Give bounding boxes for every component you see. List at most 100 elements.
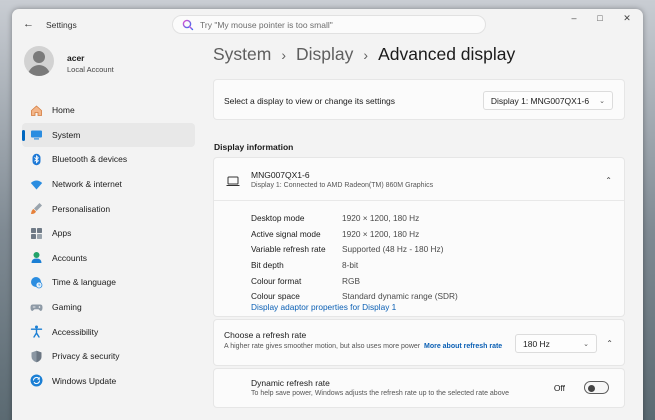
display-select-value: Display 1: MNG007QX1-6	[490, 95, 590, 106]
info-key: Colour format	[251, 275, 302, 286]
divider	[214, 200, 624, 201]
sidebar-item-home[interactable]: Home	[22, 98, 195, 123]
chevron-down-icon: ⌄	[583, 340, 589, 348]
toggle-state-label: Off	[553, 383, 565, 393]
info-key: Colour space	[251, 291, 300, 302]
gamepad-icon	[30, 301, 43, 314]
refresh-rate-title: Choose a refresh rate	[224, 330, 307, 340]
search-input[interactable]: Try "My mouse pointer is too small"	[200, 20, 333, 30]
refresh-rate-value: 180 Hz	[523, 338, 550, 349]
sidebar-item-personalisation[interactable]: Personalisation	[22, 196, 195, 221]
sidebar-item-label: Bluetooth & devices	[52, 154, 128, 165]
sidebar-item-time-language[interactable]: Time & language	[22, 270, 195, 295]
sidebar-nav: Home System Bluetooth & devices Network …	[22, 98, 195, 393]
avatar	[24, 46, 54, 76]
sidebar-item-label: Network & internet	[52, 179, 122, 190]
breadcrumb-system[interactable]: System	[213, 44, 271, 65]
sidebar-item-accounts[interactable]: Accounts	[22, 246, 195, 271]
sidebar-item-label: Windows Update	[52, 375, 117, 386]
breadcrumb: System › Display › Advanced display	[213, 44, 515, 65]
sidebar-item-label: Accounts	[52, 252, 87, 263]
sidebar-item-bluetooth[interactable]: Bluetooth & devices	[22, 147, 195, 172]
close-icon[interactable]: ✕	[620, 13, 634, 24]
sidebar-item-privacy[interactable]: Privacy & security	[22, 344, 195, 369]
home-icon	[30, 104, 43, 117]
section-heading: Display information	[214, 142, 294, 152]
sidebar-item-system[interactable]: System	[22, 122, 195, 148]
accessibility-icon	[30, 325, 43, 338]
more-about-refresh-rate-link[interactable]: More about refresh rate	[424, 343, 502, 350]
dynamic-refresh-toggle[interactable]	[584, 381, 609, 394]
user-profile[interactable]: acer Local Account	[24, 46, 194, 86]
title-bar: ← Settings Try "My mouse pointer is too …	[12, 9, 643, 39]
info-key: Desktop mode	[251, 212, 305, 223]
info-key: Variable refresh rate	[251, 244, 326, 255]
info-row: Active signal mode 1920 × 1200, 180 Hz	[251, 226, 458, 242]
info-value: 1920 × 1200, 180 Hz	[342, 212, 420, 223]
update-icon	[30, 374, 43, 387]
sidebar-item-accessibility[interactable]: Accessibility	[22, 319, 195, 344]
profile-account-type: Local Account	[67, 65, 114, 74]
chevron-up-icon[interactable]: ⌃	[606, 339, 613, 348]
monitor-connection: Display 1: Connected to AMD Radeon(TM) 8…	[251, 182, 434, 189]
shield-icon	[30, 350, 43, 363]
dynamic-refresh-card: Dynamic refresh rate To help save power,…	[213, 368, 625, 408]
accounts-icon	[30, 251, 43, 264]
page-title: Advanced display	[378, 44, 516, 64]
laptop-icon	[226, 176, 240, 186]
chevron-up-icon[interactable]: ⌃	[605, 176, 612, 185]
chevron-right-icon: ›	[281, 46, 287, 63]
sidebar-item-label: System	[52, 129, 81, 140]
search-box[interactable]: Try "My mouse pointer is too small"	[172, 15, 486, 34]
refresh-rate-desc-text: A higher rate gives smoother motion, but…	[224, 343, 421, 350]
sidebar-item-windows-update[interactable]: Windows Update	[22, 369, 195, 394]
refresh-rate-card: Choose a refresh rate A higher rate give…	[213, 319, 625, 366]
minimize-icon[interactable]: –	[567, 13, 581, 23]
info-row: Desktop mode 1920 × 1200, 180 Hz	[251, 210, 458, 226]
display-selector-label: Select a display to view or change its s…	[224, 96, 396, 106]
info-key: Bit depth	[251, 259, 284, 270]
chevron-down-icon: ⌄	[599, 97, 605, 105]
globe-clock-icon	[30, 276, 43, 289]
chevron-right-icon: ›	[363, 46, 369, 63]
brush-icon	[30, 202, 43, 215]
breadcrumb-display[interactable]: Display	[296, 44, 353, 65]
info-value: Supported (48 Hz - 180 Hz)	[342, 244, 444, 255]
settings-window: ← Settings Try "My mouse pointer is too …	[12, 9, 643, 420]
search-icon	[182, 19, 194, 30]
display-selector-card: Select a display to view or change its s…	[213, 79, 625, 120]
info-value: 1920 × 1200, 180 Hz	[342, 228, 420, 239]
apps-icon	[30, 227, 43, 240]
display-info-card: MNG007QX1-6 Display 1: Connected to AMD …	[213, 157, 625, 317]
info-value: 8-bit	[342, 259, 359, 270]
system-icon	[30, 128, 43, 141]
display-select-dropdown[interactable]: Display 1: MNG007QX1-6 ⌄	[482, 91, 613, 110]
sidebar-item-label: Privacy & security	[52, 351, 120, 362]
app-title: Settings	[46, 20, 77, 30]
sidebar-item-network[interactable]: Network & internet	[22, 172, 195, 197]
refresh-rate-description: A higher rate gives smoother motion, but…	[224, 342, 514, 351]
dynamic-refresh-title: Dynamic refresh rate	[251, 378, 330, 388]
sidebar-item-label: Gaming	[52, 302, 82, 313]
info-key: Active signal mode	[251, 228, 321, 239]
sidebar-item-label: Personalisation	[52, 203, 111, 214]
info-row: Variable refresh rate Supported (48 Hz - …	[251, 241, 458, 257]
profile-name: acer	[67, 53, 85, 63]
monitor-name: MNG007QX1-6	[251, 170, 310, 180]
sidebar-item-label: Time & language	[52, 277, 116, 288]
back-arrow-icon[interactable]: ←	[23, 18, 34, 30]
dynamic-refresh-description: To help save power, Windows adjusts the …	[251, 390, 509, 397]
info-row: Bit depth 8-bit	[251, 257, 458, 273]
sidebar-item-apps[interactable]: Apps	[22, 221, 195, 246]
sidebar-item-label: Home	[52, 105, 75, 116]
sidebar-item-gaming[interactable]: Gaming	[22, 295, 195, 320]
info-value: Standard dynamic range (SDR)	[342, 291, 458, 302]
maximize-icon[interactable]: □	[593, 13, 607, 23]
refresh-rate-dropdown[interactable]: 180 Hz ⌄	[515, 334, 597, 353]
sidebar-item-label: Accessibility	[52, 326, 99, 337]
toggle-knob	[588, 384, 595, 392]
display-adapter-properties-link[interactable]: Display adaptor properties for Display 1	[251, 302, 396, 312]
bluetooth-icon	[30, 153, 43, 166]
wifi-icon	[30, 178, 43, 191]
info-value: RGB	[342, 275, 360, 286]
